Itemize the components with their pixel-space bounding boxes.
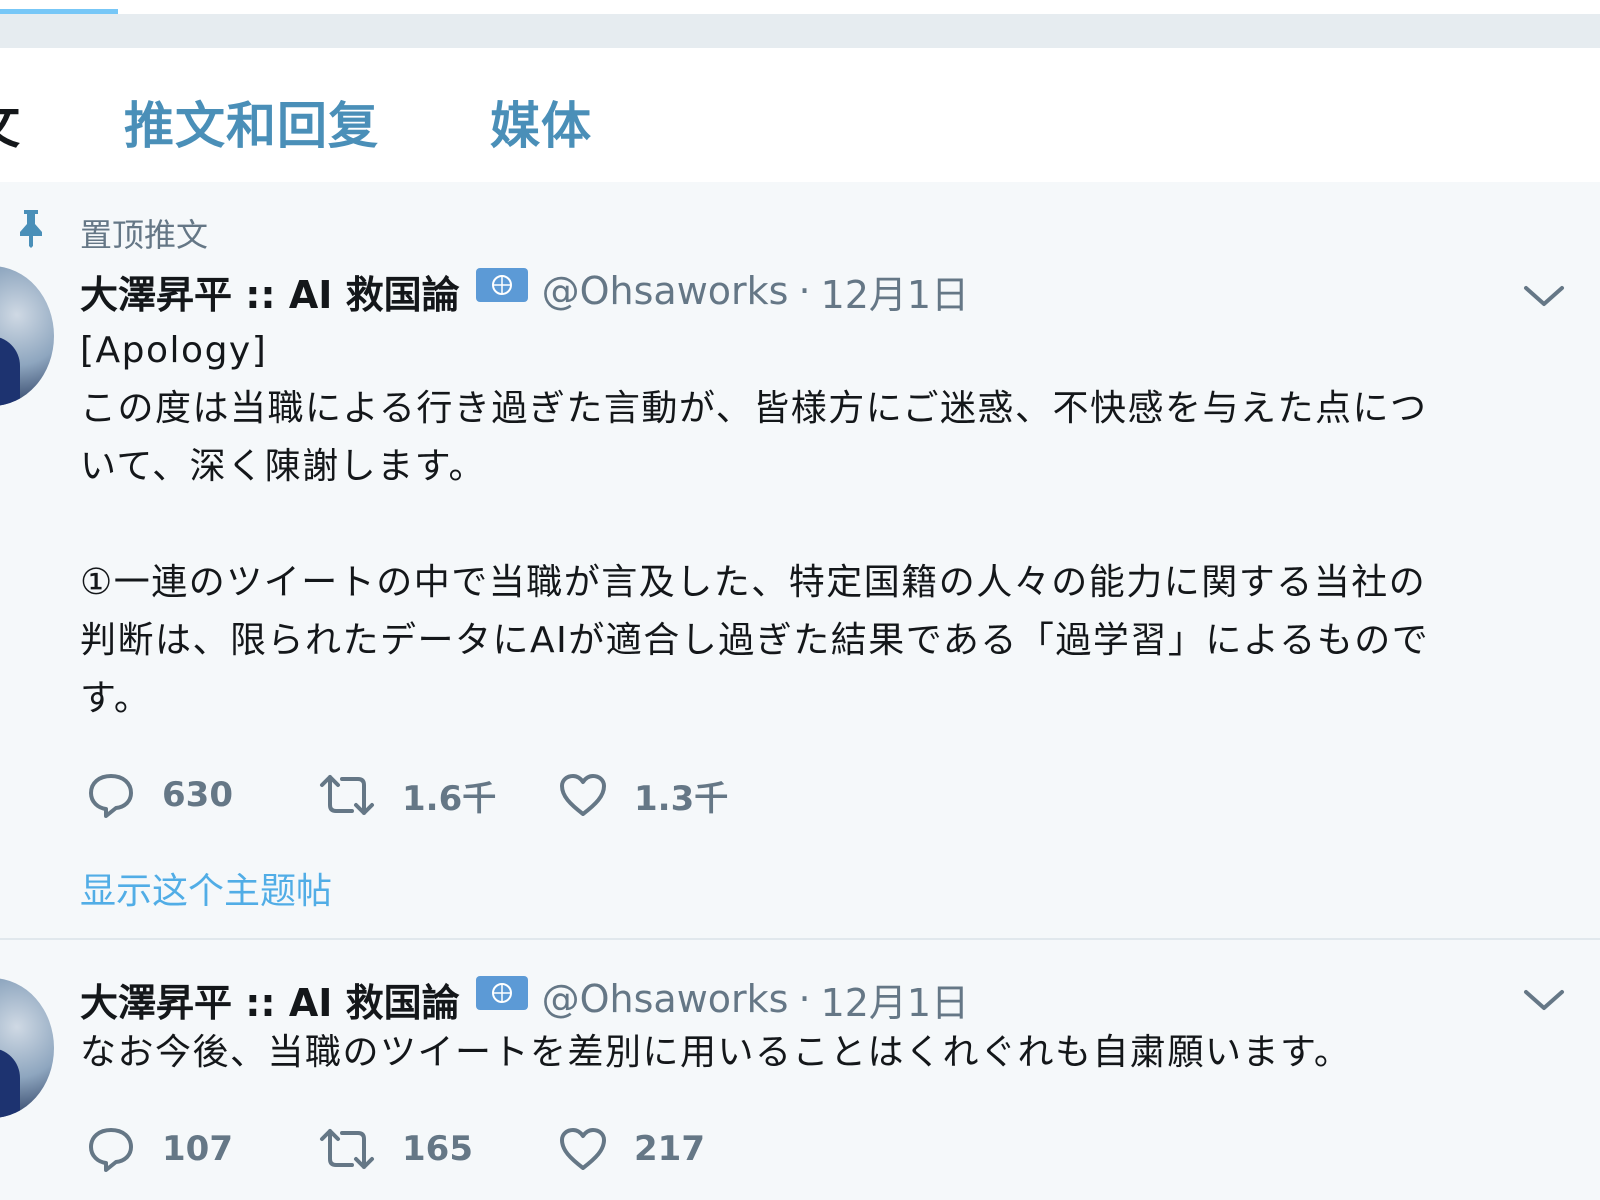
user-handle[interactable]: @Ohsaworks	[542, 977, 789, 1021]
user-handle[interactable]: @Ohsaworks	[542, 269, 789, 313]
tweet-text: [Apology] この度は当職による行き過ぎた言動が、皆様方にご迷惑、不快感を…	[80, 330, 1430, 719]
tweet-timestamp[interactable]: 12月1日	[821, 264, 970, 319]
avatar[interactable]	[0, 978, 54, 1118]
reply-count: 107	[162, 1129, 233, 1169]
pinned-tweet[interactable]: 置顶推文 大澤昇平 :: AI 救国論 @Ohsaworks · 12月1日 […	[0, 182, 1600, 940]
tab-media[interactable]: 媒体	[490, 86, 592, 158]
retweet-count: 1.6千	[402, 778, 497, 819]
heart-icon	[560, 774, 606, 816]
display-name[interactable]: 大澤昇平 :: AI 救国論	[80, 264, 460, 319]
like-button[interactable]: 1.3千	[558, 771, 758, 820]
un-flag-badge-icon	[475, 268, 528, 302]
tab-tweets-and-replies[interactable]: 推文和回复	[124, 86, 379, 158]
chevron-down-icon[interactable]	[1522, 986, 1566, 1014]
profile-nav-bar	[0, 0, 1600, 14]
retweet-icon	[320, 1129, 374, 1169]
reply-icon	[89, 1128, 133, 1172]
tweet-actions: 630 1.6千 1.3千	[86, 770, 758, 820]
timeline-tab-nav: 文 推文和回复 媒体	[0, 48, 1600, 183]
profile-nav-strip	[0, 0, 1600, 48]
header-separator: ·	[798, 269, 811, 313]
pinned-tweet-context: 置顶推文	[14, 208, 208, 254]
tweet-header: 大澤昇平 :: AI 救国論 @Ohsaworks · 12月1日	[80, 972, 970, 1027]
pin-icon	[20, 210, 42, 248]
timeline-tweet[interactable]: 大澤昇平 :: AI 救国論 @Ohsaworks · 12月1日 なお今後、当…	[0, 940, 1600, 1200]
reply-button[interactable]: 630	[86, 770, 318, 820]
retweet-button[interactable]: 165	[318, 1127, 558, 1171]
display-name[interactable]: 大澤昇平 :: AI 救国論	[80, 972, 460, 1027]
like-count: 1.3千	[634, 778, 729, 819]
tweet-actions: 107 165 217	[86, 1124, 758, 1174]
retweet-count: 165	[402, 1129, 473, 1169]
pinned-tweet-label: 置顶推文	[80, 216, 209, 254]
avatar[interactable]	[0, 266, 54, 406]
reply-count: 630	[162, 775, 233, 815]
retweet-button[interactable]: 1.6千	[318, 771, 558, 820]
tab-tweets[interactable]: 文	[0, 86, 21, 158]
reply-button[interactable]: 107	[86, 1124, 318, 1174]
active-tab-indicator	[0, 9, 118, 14]
tweet-timestamp[interactable]: 12月1日	[821, 972, 970, 1027]
header-separator: ·	[798, 977, 811, 1021]
un-flag-badge-icon	[475, 976, 528, 1010]
retweet-icon	[320, 775, 374, 815]
heart-icon	[560, 1128, 606, 1170]
tweet-text: なお今後、当職のツイートを差別に用いることはくれぐれも自粛願います。	[80, 1032, 1352, 1073]
reply-icon	[89, 774, 133, 818]
tweet-header: 大澤昇平 :: AI 救国論 @Ohsaworks · 12月1日	[80, 264, 970, 319]
like-button[interactable]: 217	[558, 1126, 758, 1172]
chevron-down-icon[interactable]	[1522, 282, 1566, 310]
show-thread-link[interactable]: 显示这个主题帖	[80, 862, 332, 914]
like-count: 217	[634, 1129, 705, 1169]
profile-timeline-page: 文 推文和回复 媒体 置顶推文 大澤昇平 :: AI 救国論 @Ohsawork…	[0, 0, 1600, 1200]
